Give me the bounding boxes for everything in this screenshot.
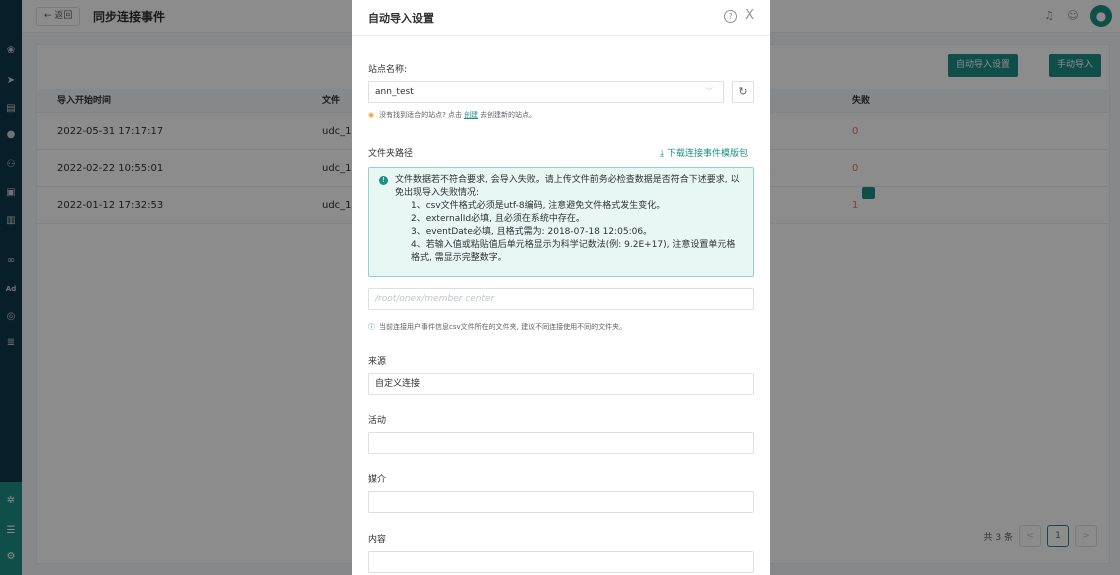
dialog-title: 自动导入设置 — [368, 12, 434, 25]
notice-line: 3、eventDate必填, 且格式需为: 2018-07-18 12:05:0… — [411, 227, 653, 237]
source-label: 来源 — [368, 357, 387, 367]
site-select[interactable]: ann_test ﹀ — [368, 81, 724, 103]
notice-line: 2、externalId必填, 且必须在系统中存在。 — [411, 214, 585, 224]
content-input[interactable] — [368, 551, 754, 573]
auto-import-dialog: 自动导入设置 ? X 站点名称: ann_test ﹀ ↻ ◉ 没有找到适合的站点… — [352, 0, 770, 575]
refresh-icon: ↻ — [738, 85, 748, 98]
notice-line: 文件数据若不符合要求, 会导入失败。请上传文件前务必检查数据是否符合下述要求, … — [395, 175, 740, 198]
content-label: 内容 — [368, 535, 387, 545]
site-hint: ◉ 没有找到适合的站点? 点击 创建 去创建新的站点。 — [368, 110, 536, 120]
folder-path-label: 文件夹路径 — [368, 149, 414, 159]
help-icon[interactable]: ? — [724, 10, 737, 23]
info-circle-icon: ⓘ — [368, 323, 375, 331]
campaign-label: 活动 — [368, 416, 387, 426]
warning-icon: ◉ — [368, 111, 375, 119]
create-site-link[interactable]: 创建 — [464, 111, 478, 119]
source-input[interactable]: 自定义连接 — [368, 373, 754, 395]
folder-path-input[interactable]: /root/onex/member center — [368, 288, 754, 310]
chevron-down-icon: ﹀ — [705, 87, 713, 96]
medium-label: 媒介 — [368, 475, 387, 485]
medium-input[interactable] — [368, 491, 754, 513]
folder-path-hint: ⓘ 当前连接用户事件信息csv文件所在的文件夹, 建议不同连接使用不同的文件夹。 — [368, 322, 626, 332]
site-hint-prefix: 没有找到适合的站点? 点击 — [379, 111, 463, 119]
refresh-button[interactable]: ↻ — [732, 81, 754, 103]
site-select-value: ann_test — [375, 87, 414, 97]
site-hint-suffix: 去创建新的站点。 — [480, 111, 537, 119]
dialog-header: 自动导入设置 ? X — [352, 0, 770, 36]
download-template-link[interactable]: ⤓ 下载连接事件模版包 — [660, 146, 748, 159]
requirements-notice: ! 文件数据若不符合要求, 会导入失败。请上传文件前务必检查数据是否符合下述要求… — [368, 167, 754, 277]
folder-path-hint-text: 当前连接用户事件信息csv文件所在的文件夹, 建议不同连接使用不同的文件夹。 — [379, 323, 627, 331]
info-icon: ! — [379, 176, 388, 185]
close-icon[interactable]: X — [745, 8, 754, 24]
notice-line: 4、若输入值或粘贴值后单元格显示为科学记数法(例: 9.2E+17), 注意设置… — [411, 240, 736, 263]
notice-line: 1、csv文件格式必须是utf-8编码, 注意避免文件格式发生变化。 — [411, 201, 666, 211]
campaign-input[interactable] — [368, 432, 754, 454]
site-name-label: 站点名称: — [368, 65, 408, 75]
